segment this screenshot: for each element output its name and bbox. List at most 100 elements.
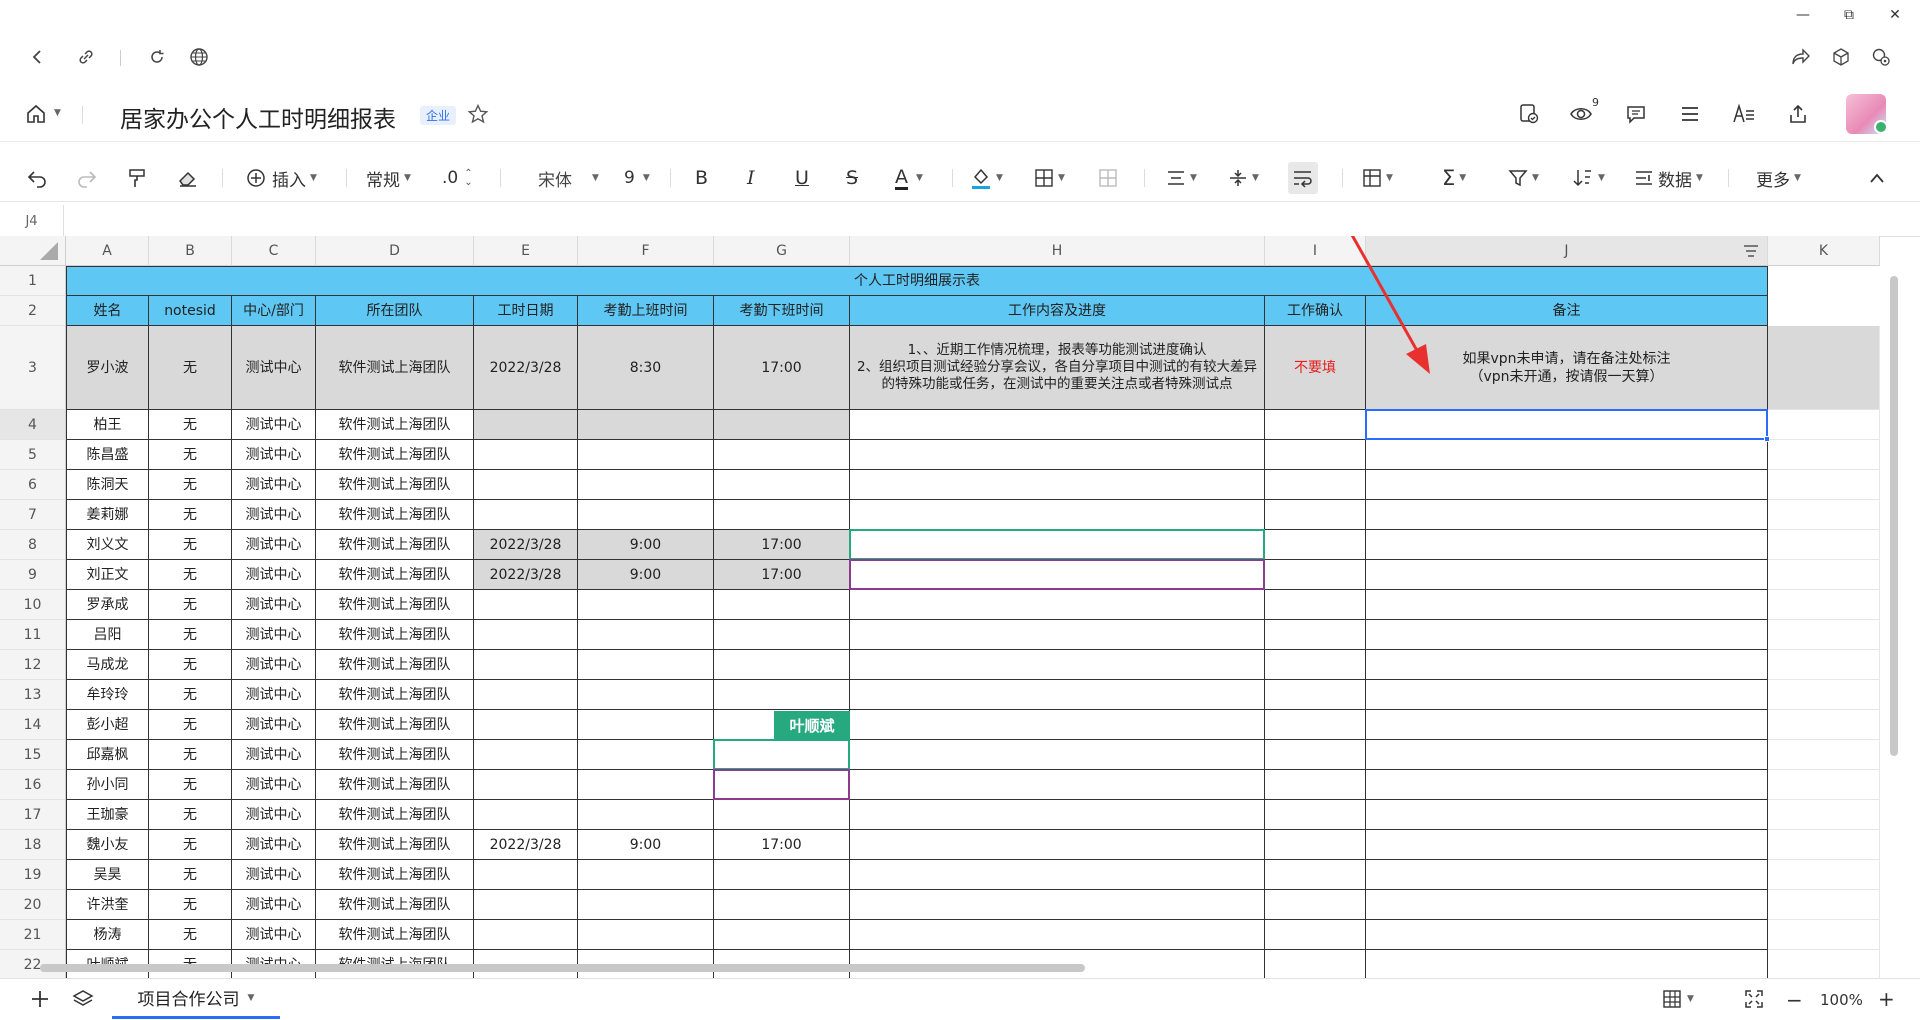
close-button[interactable]: ✕ bbox=[1872, 0, 1918, 30]
number-format-select[interactable]: 常规 ▼ bbox=[366, 165, 411, 191]
table-cell[interactable] bbox=[474, 410, 578, 440]
table-cell[interactable]: 2022/3/28 bbox=[474, 530, 578, 560]
table-cell[interactable] bbox=[578, 470, 714, 500]
sheet-tab-active[interactable]: 项目合作公司 ▼ bbox=[112, 979, 280, 1019]
table-cell[interactable] bbox=[578, 920, 714, 950]
table-cell[interactable]: 软件测试上海团队 bbox=[316, 770, 474, 800]
table-cell[interactable] bbox=[1366, 890, 1768, 920]
export-icon[interactable] bbox=[1784, 100, 1812, 128]
table-cell[interactable]: 孙小同 bbox=[66, 770, 149, 800]
table-cell[interactable] bbox=[1366, 440, 1768, 470]
table-cell[interactable]: 软件测试上海团队 bbox=[316, 560, 474, 590]
table-cell[interactable]: 测试中心 bbox=[232, 680, 316, 710]
table-cell[interactable]: 无 bbox=[149, 920, 232, 950]
row-header-15[interactable]: 15 bbox=[0, 740, 66, 770]
example-cell-start[interactable]: 8:30 bbox=[578, 326, 714, 410]
table-cell[interactable]: 马成龙 bbox=[66, 650, 149, 680]
add-sheet-button[interactable] bbox=[30, 989, 50, 1009]
table-cell[interactable] bbox=[474, 470, 578, 500]
home-icon[interactable] bbox=[22, 100, 50, 128]
table-cell[interactable] bbox=[850, 800, 1265, 830]
column-header-b[interactable]: B bbox=[149, 236, 232, 266]
column-header-g[interactable]: G bbox=[714, 236, 850, 266]
table-cell[interactable]: 许洪奎 bbox=[66, 890, 149, 920]
table-cell[interactable] bbox=[850, 590, 1265, 620]
table-cell[interactable] bbox=[1265, 740, 1366, 770]
cell-k3[interactable] bbox=[1768, 326, 1880, 410]
table-cell[interactable] bbox=[714, 590, 850, 620]
vertical-scrollbar[interactable] bbox=[1890, 276, 1898, 756]
table-cell[interactable]: 无 bbox=[149, 590, 232, 620]
sort-button[interactable]: ▼ bbox=[1572, 165, 1605, 191]
empty-cell[interactable] bbox=[1768, 410, 1880, 440]
header-cell[interactable]: 考勤上班时间 bbox=[578, 296, 714, 326]
table-cell[interactable]: 彭小超 bbox=[66, 710, 149, 740]
empty-cell[interactable] bbox=[1768, 440, 1880, 470]
table-cell[interactable]: 软件测试上海团队 bbox=[316, 860, 474, 890]
cell-reference-box[interactable]: J4 bbox=[0, 205, 64, 237]
example-cell-notesid[interactable]: 无 bbox=[149, 326, 232, 410]
table-cell[interactable]: 无 bbox=[149, 800, 232, 830]
table-cell[interactable]: 罗承成 bbox=[66, 590, 149, 620]
table-cell[interactable]: 刘义文 bbox=[66, 530, 149, 560]
view-mode-button[interactable]: ▼ bbox=[1662, 989, 1694, 1009]
table-cell[interactable] bbox=[474, 500, 578, 530]
table-cell[interactable] bbox=[1366, 470, 1768, 500]
empty-cell[interactable] bbox=[1768, 740, 1880, 770]
table-cell[interactable] bbox=[1366, 740, 1768, 770]
table-cell[interactable] bbox=[578, 650, 714, 680]
font-size-select[interactable]: 9 ▼ bbox=[624, 165, 650, 191]
table-cell[interactable]: 杨涛 bbox=[66, 920, 149, 950]
table-cell[interactable] bbox=[1366, 590, 1768, 620]
table-cell[interactable] bbox=[474, 650, 578, 680]
zoom-level[interactable]: 100% bbox=[1820, 991, 1863, 1009]
table-cell[interactable]: 陈昌盛 bbox=[66, 440, 149, 470]
table-cell[interactable]: 测试中心 bbox=[232, 470, 316, 500]
table-cell[interactable] bbox=[1265, 500, 1366, 530]
table-cell[interactable] bbox=[850, 620, 1265, 650]
vertical-align-button[interactable]: ▼ bbox=[1228, 165, 1259, 191]
empty-cell[interactable] bbox=[1768, 650, 1880, 680]
table-cell[interactable]: 无 bbox=[149, 830, 232, 860]
table-cell[interactable] bbox=[474, 770, 578, 800]
table-cell[interactable] bbox=[1265, 830, 1366, 860]
table-cell[interactable]: 无 bbox=[149, 620, 232, 650]
sheet-list-button[interactable] bbox=[72, 989, 94, 1009]
table-cell[interactable] bbox=[578, 680, 714, 710]
table-cell[interactable]: 软件测试上海团队 bbox=[316, 830, 474, 860]
row-header-10[interactable]: 10 bbox=[0, 590, 66, 620]
table-cell[interactable]: 无 bbox=[149, 470, 232, 500]
table-cell[interactable] bbox=[1265, 680, 1366, 710]
table-cell[interactable]: 软件测试上海团队 bbox=[316, 680, 474, 710]
row-header-16[interactable]: 16 bbox=[0, 770, 66, 800]
example-cell-work[interactable]: 1、、近期工作情况梳理，报表等功能测试进度确认 2、组织项目测试经验分享会议，各自… bbox=[850, 326, 1265, 410]
table-cell[interactable] bbox=[850, 440, 1265, 470]
table-cell[interactable] bbox=[578, 710, 714, 740]
menu-icon[interactable] bbox=[1676, 100, 1704, 128]
row-header-18[interactable]: 18 bbox=[0, 830, 66, 860]
borders-button[interactable]: ▼ bbox=[1034, 165, 1065, 191]
header-cell[interactable]: 姓名 bbox=[66, 296, 149, 326]
table-cell[interactable]: 测试中心 bbox=[232, 920, 316, 950]
table-cell[interactable]: 测试中心 bbox=[232, 590, 316, 620]
table-cell[interactable] bbox=[714, 500, 850, 530]
table-cell[interactable] bbox=[850, 650, 1265, 680]
table-cell[interactable] bbox=[714, 920, 850, 950]
table-cell[interactable]: 无 bbox=[149, 530, 232, 560]
collapse-toolbar-button[interactable] bbox=[1868, 165, 1886, 191]
table-cell[interactable] bbox=[474, 590, 578, 620]
table-cell[interactable] bbox=[1265, 620, 1366, 650]
header-cell[interactable]: 中心/部门 bbox=[232, 296, 316, 326]
table-cell[interactable] bbox=[714, 680, 850, 710]
table-cell[interactable] bbox=[1366, 800, 1768, 830]
text-format-icon[interactable] bbox=[1730, 100, 1758, 128]
table-cell[interactable] bbox=[714, 800, 850, 830]
table-cell[interactable] bbox=[578, 410, 714, 440]
table-cell[interactable] bbox=[474, 860, 578, 890]
table-cell[interactable] bbox=[1265, 530, 1366, 560]
row-header-8[interactable]: 8 bbox=[0, 530, 66, 560]
table-cell[interactable]: 软件测试上海团队 bbox=[316, 440, 474, 470]
table-cell[interactable] bbox=[714, 410, 850, 440]
row-header-14[interactable]: 14 bbox=[0, 710, 66, 740]
table-cell[interactable]: 软件测试上海团队 bbox=[316, 710, 474, 740]
